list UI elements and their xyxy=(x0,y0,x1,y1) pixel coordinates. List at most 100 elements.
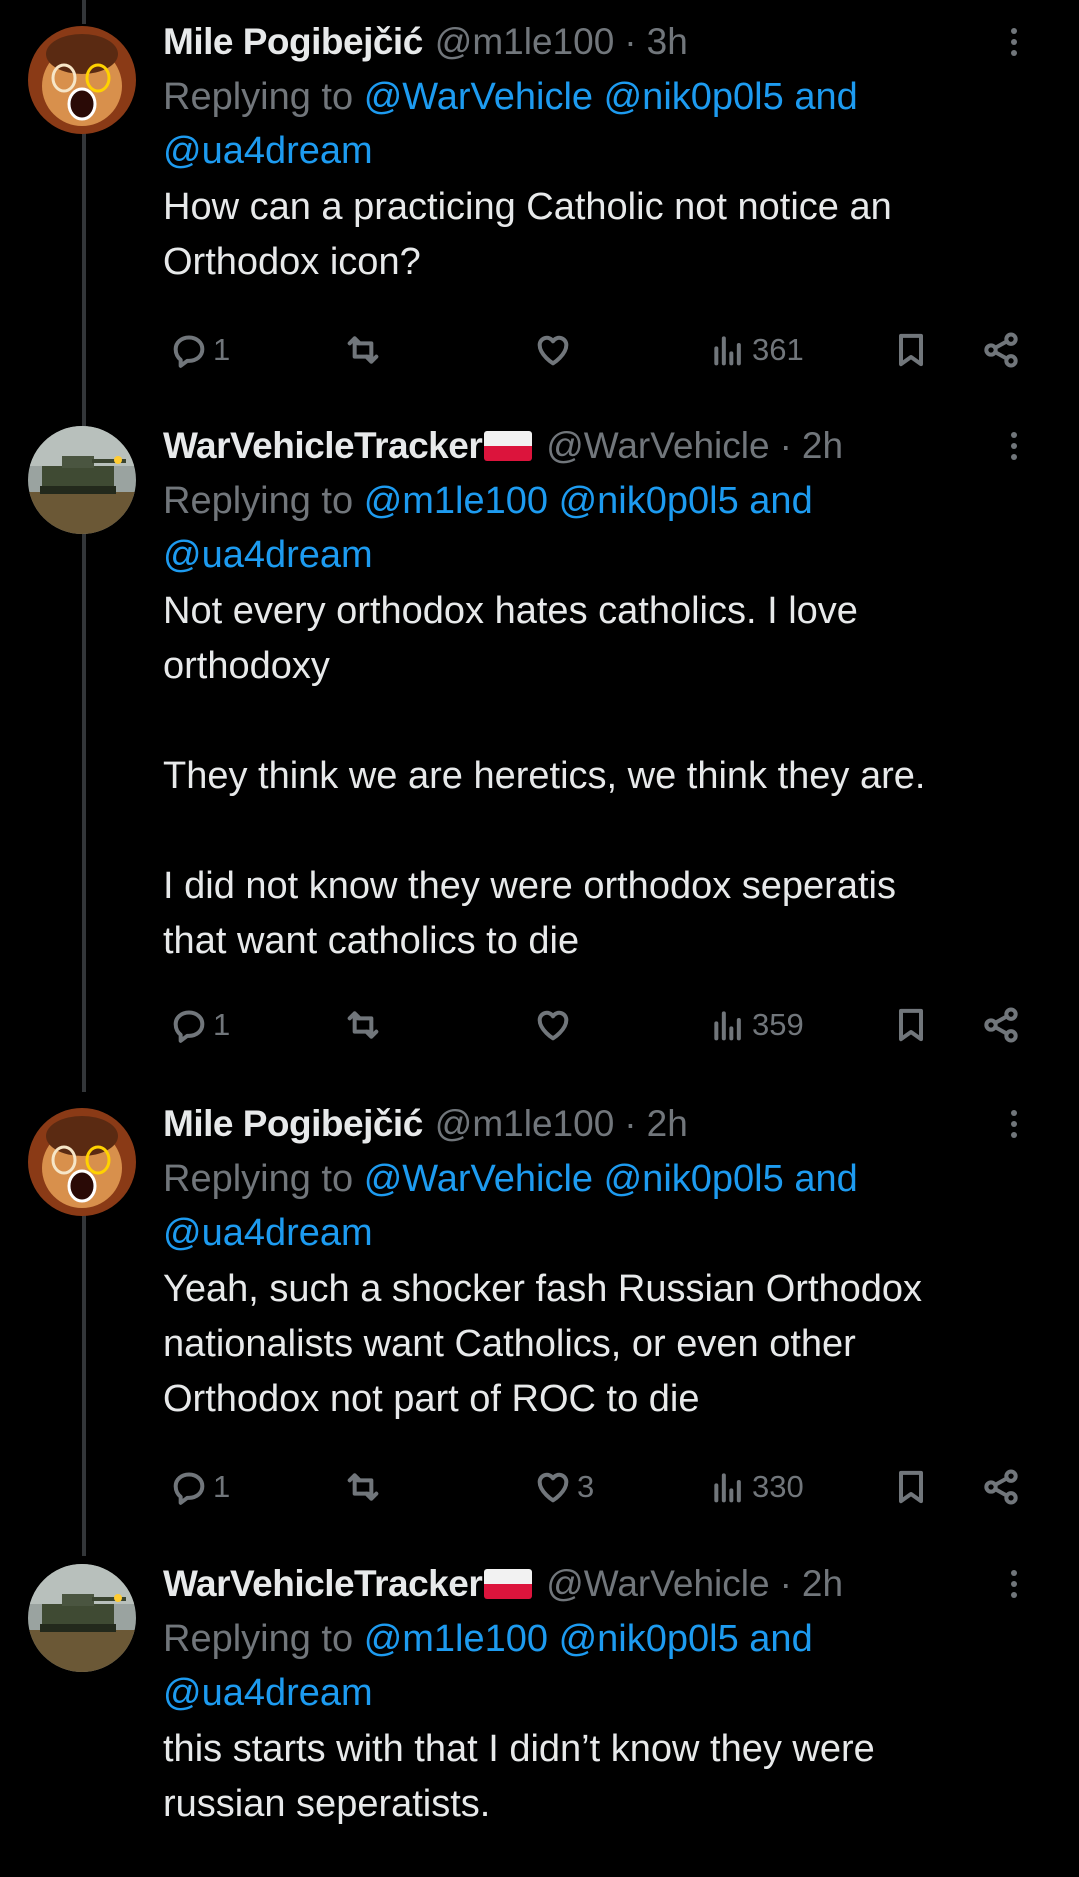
tweet-actions: 1 3 330 xyxy=(163,1459,1043,1515)
reply-button[interactable]: 1 xyxy=(169,322,230,378)
timestamp[interactable]: 2h xyxy=(647,1103,688,1145)
tweet-text-line: Orthodox icon? xyxy=(163,241,421,283)
mention-link[interactable]: @WarVehicle xyxy=(364,76,593,118)
tweet-text-line: Not every orthodox hates catholics. I lo… xyxy=(163,590,858,632)
share-icon xyxy=(984,1007,1018,1043)
tweet-text-line: How can a practicing Catholic not notice… xyxy=(163,186,892,228)
thread-line xyxy=(82,130,86,426)
tweet-text-line: Yeah, such a shocker fash Russian Orthod… xyxy=(163,1268,923,1310)
tweet-text-line: They think we are heretics, we think the… xyxy=(163,755,926,797)
replying-to-label: Replying to xyxy=(163,480,354,522)
more-options-icon[interactable] xyxy=(999,1564,1029,1604)
replying-to-label: Replying to xyxy=(163,76,354,118)
more-options-icon[interactable] xyxy=(999,426,1029,466)
user-handle[interactable]: @WarVehicle xyxy=(546,425,769,467)
display-name[interactable]: WarVehicleTracker xyxy=(163,425,483,467)
timestamp[interactable]: 3h xyxy=(647,21,688,63)
retweet-icon xyxy=(347,336,379,364)
separator-dot: · xyxy=(624,1103,637,1144)
user-handle[interactable]: @m1le100 xyxy=(435,21,615,63)
thread-line xyxy=(82,1214,86,1556)
avatar[interactable] xyxy=(28,1564,136,1672)
mention-link[interactable]: @nik0p0l5 xyxy=(604,1158,784,1200)
display-name[interactable]: Mile Pogibejčić xyxy=(163,21,423,63)
separator-dot: · xyxy=(779,425,792,466)
tweet-text-line: this starts with that I didn’t know they… xyxy=(163,1728,875,1770)
retweet-button[interactable] xyxy=(343,322,383,378)
tweet-text-line: Orthodox not part of ROC to die xyxy=(163,1378,700,1420)
views-icon xyxy=(714,1473,741,1503)
thread-line xyxy=(82,0,86,24)
like-button[interactable]: 3 xyxy=(533,1459,594,1515)
more-options-icon[interactable] xyxy=(999,22,1029,62)
mention-link[interactable]: @m1le100 xyxy=(364,1618,548,1660)
mention-link[interactable]: @ua4dream xyxy=(163,534,373,576)
retweet-icon xyxy=(347,1011,379,1039)
views-count: 330 xyxy=(752,1469,804,1504)
timestamp[interactable]: 2h xyxy=(802,1563,843,1605)
bookmark-button[interactable] xyxy=(891,997,931,1053)
tweet-text: Yeah, such a shocker fash Russian Orthod… xyxy=(163,1262,1039,1427)
mention-link[interactable]: @nik0p0l5 xyxy=(604,76,784,118)
user-avatar-image xyxy=(28,426,136,534)
share-icon xyxy=(984,332,1018,368)
mention-and[interactable]: and xyxy=(794,76,857,118)
mention-link[interactable]: @nik0p0l5 xyxy=(559,480,739,522)
bookmark-button[interactable] xyxy=(891,322,931,378)
avatar[interactable] xyxy=(28,26,136,134)
replying-to: Replying to @WarVehicle @nik0p0l5 and @u… xyxy=(163,70,1039,178)
avatar[interactable] xyxy=(28,426,136,534)
tweet-text-line: I did not know they were orthodox sepera… xyxy=(163,865,896,907)
retweet-button[interactable] xyxy=(343,1459,383,1515)
mention-link[interactable]: @nik0p0l5 xyxy=(559,1618,739,1660)
thread-line xyxy=(82,532,86,1092)
tweet-text-line: nationalists want Catholics, or even oth… xyxy=(163,1323,856,1365)
reply-button[interactable]: 1 xyxy=(169,997,230,1053)
poland-flag-icon xyxy=(484,1569,533,1599)
user-avatar-image xyxy=(28,26,136,134)
replying-to: Replying to @m1le100 @nik0p0l5 and @ua4d… xyxy=(163,1612,1039,1720)
separator-dot: · xyxy=(624,21,637,62)
mention-link[interactable]: @ua4dream xyxy=(163,1212,373,1254)
share-button[interactable] xyxy=(981,322,1021,378)
avatar[interactable] xyxy=(28,1108,136,1216)
mention-link[interactable]: @WarVehicle xyxy=(364,1158,593,1200)
views-count: 359 xyxy=(752,1007,804,1042)
user-handle[interactable]: @m1le100 xyxy=(435,1103,615,1145)
user-avatar-image xyxy=(28,1564,136,1672)
tweet-text: Not every orthodox hates catholics. I lo… xyxy=(163,584,1039,969)
heart-icon xyxy=(537,1472,569,1503)
poland-flag-icon xyxy=(484,431,533,461)
mention-link[interactable]: @m1le100 xyxy=(364,480,548,522)
bookmark-icon xyxy=(899,333,923,367)
mention-link[interactable]: @ua4dream xyxy=(163,1672,373,1714)
share-button[interactable] xyxy=(981,1459,1021,1515)
share-button[interactable] xyxy=(981,997,1021,1053)
mention-and[interactable]: and xyxy=(749,480,812,522)
retweet-button[interactable] xyxy=(343,997,383,1053)
reply-button[interactable]: 1 xyxy=(169,1459,230,1515)
mention-link[interactable]: @ua4dream xyxy=(163,130,373,172)
reply-count: 1 xyxy=(213,1469,231,1504)
bookmark-icon xyxy=(899,1470,923,1504)
heart-icon xyxy=(537,335,569,366)
display-name[interactable]: WarVehicleTracker xyxy=(163,1563,483,1605)
like-button[interactable] xyxy=(533,322,573,378)
replying-to-label: Replying to xyxy=(163,1618,354,1660)
reply-count: 1 xyxy=(213,332,231,367)
views-button[interactable]: 359 xyxy=(708,997,804,1053)
tweet-text-line: russian seperatists. xyxy=(163,1783,491,1825)
like-button[interactable] xyxy=(533,997,573,1053)
mention-and[interactable]: and xyxy=(794,1158,857,1200)
share-icon xyxy=(984,1469,1018,1505)
views-button[interactable]: 361 xyxy=(708,322,804,378)
timestamp[interactable]: 2h xyxy=(802,425,843,467)
views-button[interactable]: 330 xyxy=(708,1459,804,1515)
bookmark-button[interactable] xyxy=(891,1459,931,1515)
mention-and[interactable]: and xyxy=(749,1618,812,1660)
user-handle[interactable]: @WarVehicle xyxy=(546,1563,769,1605)
display-name[interactable]: Mile Pogibejčić xyxy=(163,1103,423,1145)
heart-icon xyxy=(537,1010,569,1041)
more-options-icon[interactable] xyxy=(999,1104,1029,1144)
